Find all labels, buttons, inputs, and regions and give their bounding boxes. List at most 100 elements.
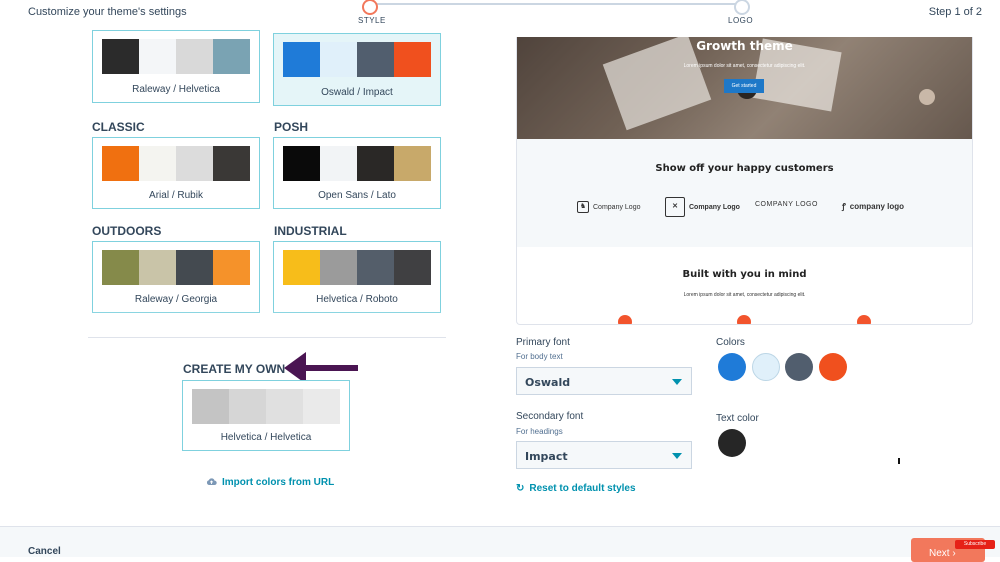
color-swatch bbox=[320, 250, 357, 285]
theme-swatches bbox=[102, 39, 250, 74]
leaf-icon: ꝭ bbox=[842, 202, 846, 211]
color-swatch bbox=[176, 250, 213, 285]
color-swatch bbox=[394, 146, 431, 181]
theme-card[interactable]: Raleway / Helvetica bbox=[92, 30, 260, 103]
preview-logo-2: ✕ Company Logo bbox=[665, 197, 740, 217]
preview-feature-dot-1 bbox=[618, 315, 632, 324]
color-swatch bbox=[320, 146, 357, 181]
section-divider bbox=[88, 337, 446, 338]
color-swatch bbox=[192, 389, 229, 424]
theme-swatches bbox=[283, 250, 431, 285]
refresh-icon: ↻ bbox=[516, 483, 525, 494]
theme-card[interactable]: Arial / Rubik bbox=[92, 137, 260, 209]
palette-color-1[interactable] bbox=[718, 353, 746, 381]
create-own-font-pair: Helvetica / Helvetica bbox=[220, 432, 312, 443]
color-swatch bbox=[102, 39, 139, 74]
color-swatch bbox=[213, 39, 250, 74]
theme-swatches bbox=[102, 146, 250, 181]
palette-color-4[interactable] bbox=[818, 353, 847, 381]
color-swatch bbox=[283, 250, 320, 285]
text-color-label: Text color bbox=[716, 413, 759, 424]
text-color-swatch[interactable] bbox=[718, 429, 746, 457]
step-logo-dot[interactable] bbox=[734, 0, 750, 15]
stepper-track bbox=[362, 0, 750, 15]
color-swatch bbox=[357, 42, 394, 77]
color-swatch bbox=[283, 146, 320, 181]
preview-built-subtitle: Lorem ipsum dolor sit amet, consectetur … bbox=[683, 292, 806, 298]
theme-font-pair: Open Sans / Lato bbox=[318, 190, 396, 201]
primary-font-select[interactable]: Oswald bbox=[516, 367, 692, 395]
color-swatch bbox=[357, 146, 394, 181]
color-swatch bbox=[394, 42, 431, 77]
theme-font-pair: Raleway / Helvetica bbox=[132, 84, 220, 95]
subscribe-badge: Subscribe bbox=[955, 540, 995, 549]
preview-feature-dot-2 bbox=[737, 315, 751, 324]
color-swatch bbox=[139, 250, 176, 285]
next-button-label: Next bbox=[929, 548, 950, 559]
secondary-font-select[interactable]: Impact bbox=[516, 441, 692, 469]
color-swatch bbox=[102, 250, 139, 285]
theme-name-posh: POSH bbox=[274, 120, 309, 134]
cloud-upload-icon bbox=[206, 473, 217, 491]
cancel-button[interactable]: Cancel bbox=[28, 546, 61, 557]
color-swatch bbox=[213, 146, 250, 181]
theme-preview: Growth theme Lorem ipsum dolor sit amet,… bbox=[516, 37, 973, 325]
footer-bar bbox=[0, 526, 1000, 557]
color-swatch bbox=[320, 42, 357, 77]
step-logo-label: LOGO bbox=[728, 16, 754, 25]
color-swatch bbox=[229, 389, 266, 424]
step-style-dot[interactable] bbox=[362, 0, 378, 15]
chevron-down-icon bbox=[672, 379, 682, 385]
create-own-card[interactable]: Helvetica / Helvetica bbox=[182, 380, 350, 451]
preview-hero-button: Get started bbox=[724, 79, 764, 93]
lion-icon: ♞ bbox=[577, 201, 589, 213]
color-swatch bbox=[176, 39, 213, 74]
annotation-arrow-line bbox=[302, 365, 358, 371]
diamond-icon: ✕ bbox=[665, 197, 685, 217]
preview-hero: Growth theme Lorem ipsum dolor sit amet,… bbox=[517, 37, 972, 139]
theme-font-pair: Helvetica / Roboto bbox=[316, 294, 398, 305]
reset-styles-link[interactable]: ↻ Reset to default styles bbox=[516, 483, 636, 494]
theme-card[interactable]: Helvetica / Roboto bbox=[273, 241, 441, 313]
palette-color-3[interactable] bbox=[785, 353, 813, 381]
preview-logo-3: COMPANY LOGO bbox=[755, 201, 818, 208]
secondary-font-label: Secondary font bbox=[516, 411, 584, 422]
theme-font-pair: Arial / Rubik bbox=[149, 190, 203, 201]
color-swatch bbox=[139, 39, 176, 74]
reset-styles-label: Reset to default styles bbox=[529, 483, 636, 494]
chevron-down-icon bbox=[672, 453, 682, 459]
theme-card[interactable]: Open Sans / Lato bbox=[273, 137, 441, 209]
create-own-title: CREATE MY OWN bbox=[183, 362, 286, 376]
theme-name-industrial: INDUSTRIAL bbox=[274, 224, 347, 238]
preview-logo-4: ꝭ company logo bbox=[842, 202, 905, 211]
color-swatch bbox=[357, 250, 394, 285]
color-swatch bbox=[213, 250, 250, 285]
primary-font-sublabel: For body text bbox=[516, 352, 563, 361]
theme-card[interactable]: Raleway / Georgia bbox=[92, 241, 260, 313]
color-swatch bbox=[266, 389, 303, 424]
theme-name-classic: CLASSIC bbox=[92, 120, 145, 134]
secondary-font-value: Impact bbox=[525, 450, 568, 463]
theme-card[interactable]: Oswald / Impact bbox=[273, 33, 441, 106]
color-swatch bbox=[139, 146, 176, 181]
step-counter: Step 1 of 2 bbox=[928, 6, 982, 18]
page-header-title: Customize your theme's settings bbox=[28, 6, 187, 18]
preview-customers-section: Show off your happy customers ♞ Company L… bbox=[517, 139, 972, 247]
color-swatch bbox=[283, 42, 320, 77]
import-colors-link[interactable]: Import colors from URL bbox=[206, 473, 334, 491]
preview-hero-subtitle: Lorem ipsum dolor sit amet, consectetur … bbox=[683, 63, 806, 69]
theme-swatches bbox=[102, 250, 250, 285]
create-own-swatches bbox=[192, 389, 340, 424]
theme-swatches bbox=[283, 42, 431, 77]
color-swatch bbox=[394, 250, 431, 285]
palette-color-2[interactable] bbox=[751, 353, 780, 381]
colors-label: Colors bbox=[716, 337, 745, 348]
preview-feature-dot-3 bbox=[857, 315, 871, 324]
color-swatch bbox=[176, 146, 213, 181]
mouse-cursor bbox=[898, 458, 903, 464]
primary-font-label: Primary font bbox=[516, 337, 570, 348]
theme-name-outdoors: OUTDOORS bbox=[92, 224, 162, 238]
theme-font-pair: Raleway / Georgia bbox=[134, 294, 218, 305]
color-swatch bbox=[303, 389, 340, 424]
preview-customers-title: Show off your happy customers bbox=[655, 163, 834, 174]
